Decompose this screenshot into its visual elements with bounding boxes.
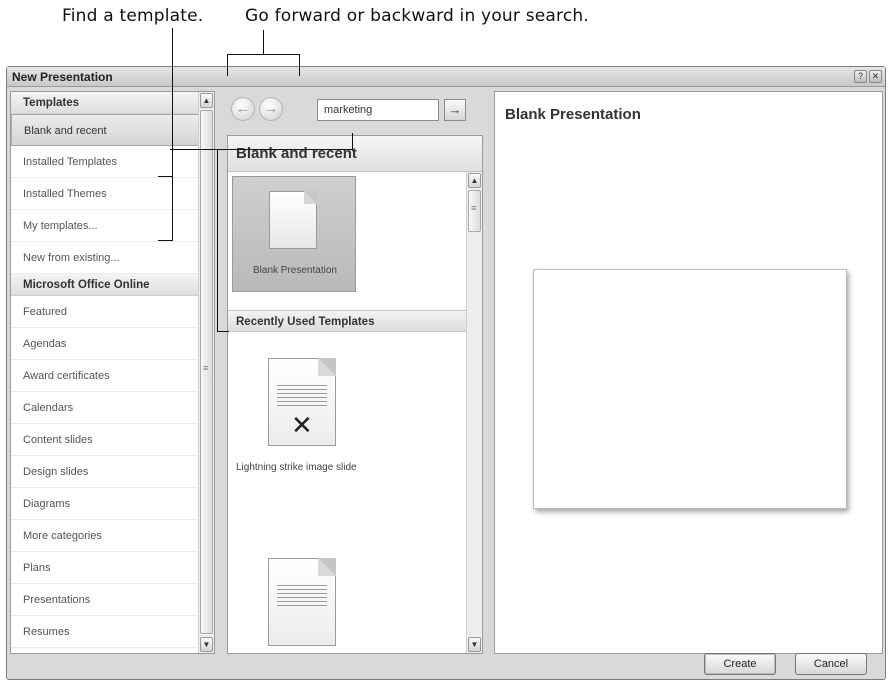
blank-slide-preview <box>533 269 847 509</box>
title-bar: New Presentation ? ✕ <box>7 67 885 87</box>
callout-line-installed-templates <box>158 176 173 177</box>
category-group-header: Templates <box>11 92 199 114</box>
gallery-scroll-up-icon[interactable]: ▲ <box>468 173 481 188</box>
recent-template-thumbnail[interactable]: ✕ <box>268 358 336 446</box>
callout-forward-backward: Go forward or backward in your search. <box>245 6 589 26</box>
callout-line-search-up <box>352 133 353 150</box>
create-button[interactable]: Create <box>704 653 776 675</box>
scroll-up-arrow-icon[interactable]: ▲ <box>200 93 213 108</box>
gallery-scrollbar-thumb[interactable]: ≡ <box>468 190 481 232</box>
callout-line-recent-templates <box>217 331 229 332</box>
category-item[interactable]: Featured <box>11 296 199 328</box>
callout-line-left-vertical <box>172 28 173 240</box>
gallery-scroll-grip-icon: ≡ <box>471 203 477 213</box>
gallery-scroll-down-icon[interactable]: ▼ <box>468 637 481 652</box>
callout-find-template: Find a template. <box>62 6 204 26</box>
category-item[interactable]: Presentations <box>11 584 199 616</box>
callout-line-nav-vertical <box>263 30 264 54</box>
back-button[interactable]: ← <box>231 97 255 121</box>
blank-presentation-tile[interactable]: Blank Presentation <box>232 176 356 292</box>
template-gallery: Blank and recent Blank Presentation Rece… <box>227 135 483 654</box>
dialog-title: New Presentation <box>12 70 113 84</box>
blank-document-icon <box>269 191 317 249</box>
new-presentation-dialog: New Presentation ? ✕ Templates Blank and … <box>6 66 886 680</box>
blank-tile-label: Blank Presentation <box>253 265 337 276</box>
category-item[interactable]: New from existing... <box>11 242 199 274</box>
preview-title: Blank Presentation <box>505 106 641 123</box>
help-icon[interactable]: ? <box>854 70 867 83</box>
category-item[interactable]: Blank and recent <box>11 114 199 146</box>
category-item[interactable]: Agendas <box>11 328 199 360</box>
category-item[interactable]: Calendars <box>11 392 199 424</box>
category-item[interactable]: More categories <box>11 520 199 552</box>
scrollbar-thumb[interactable]: ≡ <box>200 110 213 634</box>
preview-panel: Blank Presentation <box>494 91 883 654</box>
category-item[interactable]: Installed Templates <box>11 146 199 178</box>
gallery-scrollbar[interactable]: ▲ ≡ ▼ <box>466 172 482 653</box>
close-icon[interactable]: ✕ <box>869 70 882 83</box>
category-item[interactable]: Award certificates <box>11 360 199 392</box>
template-gallery-panel: ← → → Blank and recent Blank Presentatio… <box>219 91 490 654</box>
template-categories-panel: Templates Blank and recent Installed Templ… <box>10 91 215 654</box>
category-item[interactable]: Diagrams <box>11 488 199 520</box>
recently-used-header: Recently Used Templates <box>228 310 466 332</box>
recent-template-label[interactable]: Lightning strike image slide <box>236 462 357 473</box>
template-text-lines-icon-2 <box>277 585 327 609</box>
recent-template-thumbnail-2[interactable] <box>268 558 336 646</box>
category-item[interactable]: My templates... <box>11 210 199 242</box>
category-item[interactable]: Plans <box>11 552 199 584</box>
cancel-button[interactable]: Cancel <box>795 653 867 675</box>
categories-scrollbar[interactable]: ▲ ≡ ▼ <box>198 92 214 653</box>
template-text-lines-icon <box>277 385 327 409</box>
callout-line-nav-left-tick <box>227 54 228 76</box>
scroll-down-arrow-icon[interactable]: ▼ <box>200 637 213 652</box>
search-go-button[interactable]: → <box>444 99 466 121</box>
category-item[interactable]: Content slides <box>11 424 199 456</box>
callout-line-recent-vertical <box>217 149 218 332</box>
callout-line-nav-bracket <box>227 54 300 55</box>
category-item[interactable]: Resumes <box>11 616 199 648</box>
lightning-strike-icon: ✕ <box>291 411 313 441</box>
template-search-input[interactable] <box>317 99 439 121</box>
callout-line-my-templates <box>158 240 173 241</box>
callout-line-blank-recent <box>170 149 352 150</box>
category-item[interactable]: Design slides <box>11 456 199 488</box>
callout-line-nav-right-tick <box>299 54 300 76</box>
scroll-grip-icon: ≡ <box>203 363 209 373</box>
category-item[interactable]: Installed Themes <box>11 178 199 210</box>
forward-button[interactable]: → <box>259 97 283 121</box>
gallery-title: Blank and recent <box>228 136 482 172</box>
category-group-header: Microsoft Office Online <box>11 274 199 296</box>
